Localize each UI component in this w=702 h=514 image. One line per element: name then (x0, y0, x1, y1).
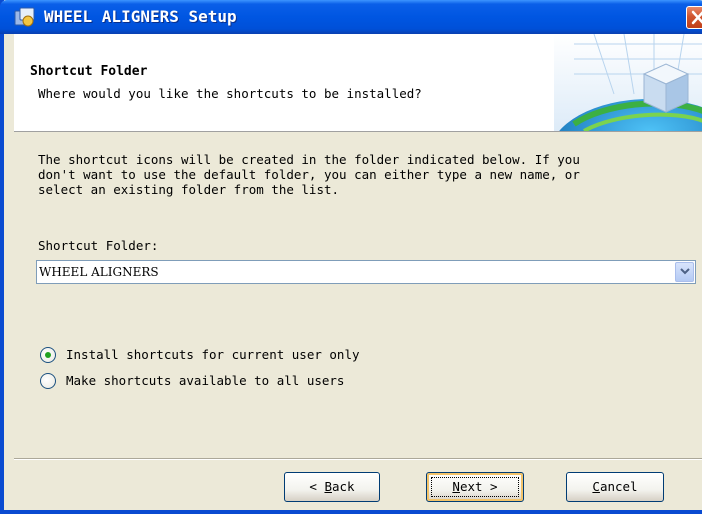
dropdown-button[interactable] (675, 262, 694, 282)
footer-divider (14, 458, 702, 460)
close-button[interactable] (686, 6, 702, 29)
window-title: WHEEL ALIGNERS Setup (44, 7, 237, 26)
shortcut-folder-label: Shortcut Folder: (38, 238, 159, 253)
back-prefix: < (309, 479, 325, 494)
header-banner: Shortcut Folder Where would you like the… (14, 33, 702, 209)
back-accelerator: B (324, 479, 332, 494)
back-label: ack (332, 479, 355, 494)
cancel-button[interactable]: Cancel (566, 472, 664, 502)
page-subtitle: Where would you like the shortcuts to be… (38, 86, 422, 101)
close-icon (691, 10, 702, 25)
shortcut-folder-input[interactable] (39, 262, 669, 282)
radio-label: Install shortcuts for current user only (66, 347, 360, 362)
page-title: Shortcut Folder (30, 64, 148, 79)
shortcut-folder-combobox[interactable] (36, 260, 696, 284)
chevron-down-icon (680, 268, 690, 275)
radio-button[interactable] (40, 347, 56, 363)
setup-icon (14, 6, 36, 28)
radio-current-user[interactable]: Install shortcuts for current user only (40, 347, 420, 365)
cancel-accelerator: C (592, 479, 600, 494)
description-text: The shortcut icons will be created in th… (38, 152, 580, 197)
setup-window: WHEEL ALIGNERS Setup Shortcut Folder Whe… (0, 0, 702, 514)
radio-button[interactable] (40, 373, 56, 389)
title-bar[interactable]: WHEEL ALIGNERS Setup (0, 0, 702, 34)
cancel-label: ancel (599, 479, 638, 494)
focus-ring (431, 477, 519, 497)
radio-selected-dot (45, 352, 51, 358)
radio-label: Make shortcuts available to all users (66, 373, 345, 388)
back-button[interactable]: < Back (284, 472, 380, 502)
next-button[interactable]: Next > (426, 472, 524, 502)
radio-all-users[interactable]: Make shortcuts available to all users (40, 373, 420, 391)
cube-globe-icon (550, 33, 702, 209)
